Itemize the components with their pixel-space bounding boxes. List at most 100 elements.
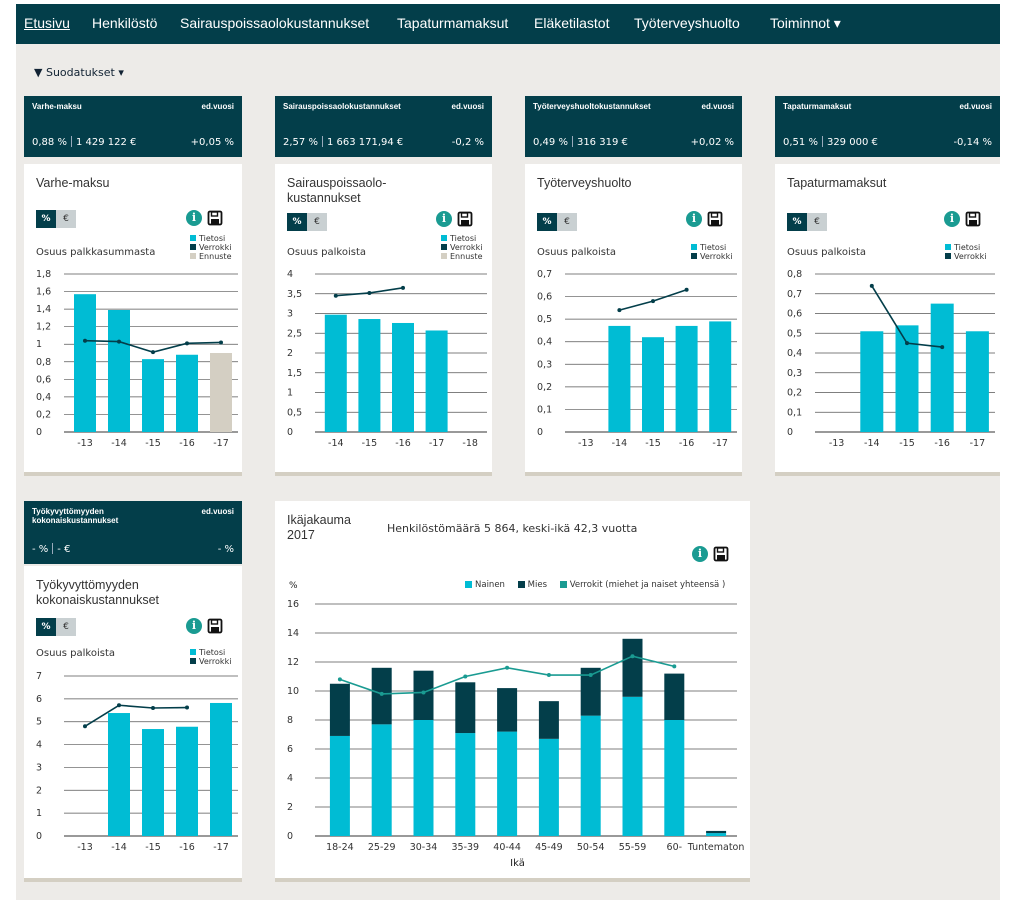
toggle-percent-button[interactable]: % <box>36 618 56 636</box>
unit-toggle: % € <box>36 618 76 636</box>
x-tick-label: -14 <box>111 842 127 853</box>
chart-varhe: 0 0,2 0,4 0,6 0,8 1 1,2 1,4 1,6 1,8 -13 -14 -15 -16 -1… <box>36 269 238 449</box>
kpi-value: 0,49 % 316 319 € <box>533 136 628 148</box>
bar-tietosi <box>176 726 198 836</box>
kpi-prev-label: ed.vuosi <box>451 102 484 111</box>
bar-nainen <box>455 733 476 836</box>
bar-tietosi <box>642 337 664 432</box>
toggle-euro-button[interactable]: € <box>307 213 327 231</box>
kpi-pct: 0,51 % <box>783 137 818 148</box>
y-tick-label: 8 <box>287 715 293 726</box>
chart-legend: Tietosi Verrokki <box>691 243 732 261</box>
kpi-pct: - % <box>32 544 49 555</box>
info-icon[interactable]: i <box>186 618 202 634</box>
y-tick-label: 2 <box>287 348 293 359</box>
point-verrokki <box>185 341 189 346</box>
x-tick-label: -14 <box>328 438 344 449</box>
y-tick-label: 12 <box>287 657 299 668</box>
y-tick-label: 1 <box>287 388 293 399</box>
save-icon[interactable] <box>207 210 223 226</box>
nav-tapaturmamaksut[interactable]: Tapaturmamaksut <box>397 15 508 31</box>
toggle-euro-button[interactable]: € <box>557 213 577 231</box>
point-verrokki <box>83 724 87 729</box>
y-tick-label: 2 <box>287 802 293 813</box>
y-tick-label: 6 <box>287 744 293 755</box>
card-title: Sairauspoissaolo- kustannukset <box>287 176 387 205</box>
legend-nainen: Nainen <box>475 580 505 590</box>
save-icon[interactable] <box>707 211 723 227</box>
y-tick-label: 10 <box>287 686 299 697</box>
kpi-amount: 316 319 € <box>576 137 628 148</box>
save-icon[interactable] <box>457 211 473 227</box>
bar-mies <box>455 682 476 734</box>
y-tick-label: 16 <box>287 599 299 610</box>
y-axis-label: Osuus palkoista <box>287 247 366 258</box>
toggle-percent-button[interactable]: % <box>36 210 56 228</box>
y-tick-label: 0,1 <box>537 404 552 415</box>
y-tick-label: 0,8 <box>787 269 802 280</box>
save-icon[interactable] <box>713 546 729 562</box>
bar-tietosi <box>142 359 164 432</box>
info-icon[interactable]: i <box>686 211 702 227</box>
toggle-euro-button[interactable]: € <box>56 618 76 636</box>
bar-tietosi <box>930 303 954 432</box>
y-tick-label: 0,8 <box>36 357 51 368</box>
point-verrokki <box>940 345 945 350</box>
kpi-pct: 2,57 % <box>283 137 318 148</box>
y-tick-label: 1,5 <box>287 368 302 379</box>
nav-tyoterveyshuolto[interactable]: Työterveyshuolto <box>634 15 740 31</box>
x-tick-label: -15 <box>899 438 915 449</box>
toggle-percent-button[interactable]: % <box>537 213 557 231</box>
info-icon[interactable]: i <box>692 546 708 562</box>
bar-tietosi <box>965 331 989 432</box>
toggle-percent-button[interactable]: % <box>787 213 807 231</box>
y-tick-label: 0,2 <box>787 388 802 399</box>
kpi-amount: - € <box>57 544 71 555</box>
bar-mies <box>413 670 434 720</box>
legend-tietosi: Tietosi <box>199 234 226 243</box>
bar-mies <box>664 673 685 720</box>
toggle-euro-button[interactable]: € <box>807 213 827 231</box>
y-tick-label: 14 <box>287 628 299 639</box>
x-tick-label: -15 <box>145 842 161 853</box>
x-tick-label: -13 <box>77 842 93 853</box>
nav-toiminnot-menu[interactable]: Toiminnot ▾ <box>770 15 841 32</box>
x-tick-label: 18-24 <box>326 842 354 853</box>
toggle-percent-button[interactable]: % <box>287 213 307 231</box>
bar-tietosi <box>675 325 698 432</box>
info-icon[interactable]: i <box>436 211 452 227</box>
legend-tietosi: Tietosi <box>199 648 226 657</box>
nav-elaketilastot[interactable]: Eläketilastot <box>534 15 609 31</box>
y-axis-label: Osuus palkoista <box>787 247 866 258</box>
y-tick-label: 0,4 <box>36 392 51 403</box>
kpi-tyokyvyttomyys: Työkyvyttömyyden kokonaiskustannukset ed… <box>24 501 242 564</box>
point-verrokki <box>401 285 405 290</box>
bar-mies <box>497 688 518 732</box>
y-tick-label: 0,6 <box>787 309 802 320</box>
legend-ennuste: Ennuste <box>199 252 232 261</box>
filter-toggle[interactable]: ▼ Suodatukset ▾ <box>34 66 124 79</box>
headcount-subtitle: Henkilöstömäärä 5 864, keski-ikä 42,3 vu… <box>387 522 638 535</box>
bar-mies <box>622 638 643 697</box>
point-verrokit <box>421 690 426 695</box>
save-icon[interactable] <box>207 618 223 634</box>
toggle-euro-button[interactable]: € <box>56 210 76 228</box>
info-icon[interactable]: i <box>944 211 960 227</box>
unit-toggle: % € <box>36 210 76 228</box>
save-icon[interactable] <box>965 211 981 227</box>
bar-tietosi <box>210 702 232 836</box>
legend-verrokit: Verrokit (miehet ja naiset yhteensä ) <box>569 580 726 590</box>
point-verrokki <box>684 287 689 292</box>
chart-ikajakauma: 0 2 4 6 8 10 12 14 16 18-24 25-29 30-34 35-39 40-44 45… <box>287 599 744 853</box>
x-tick-label: -15 <box>645 438 661 449</box>
y-tick-label: 3 <box>36 762 42 773</box>
y-tick-label: 0,7 <box>537 269 552 280</box>
kpi-tapaturmamaksut: Tapaturmamaksut ed.vuosi 0,51 % 329 000 €… <box>775 96 1000 157</box>
info-icon[interactable]: i <box>186 210 202 226</box>
nav-sairauspoissaolokustannukset[interactable]: Sairauspoissaolokustannukset <box>180 15 369 31</box>
nav-henkilosto[interactable]: Henkilöstö <box>92 15 157 31</box>
x-tick-label: 30-34 <box>410 842 438 853</box>
nav-etusivu[interactable]: Etusivu <box>24 15 70 31</box>
y-tick-label: 0,7 <box>787 289 802 300</box>
kpi-change: -0,14 % <box>953 137 992 148</box>
